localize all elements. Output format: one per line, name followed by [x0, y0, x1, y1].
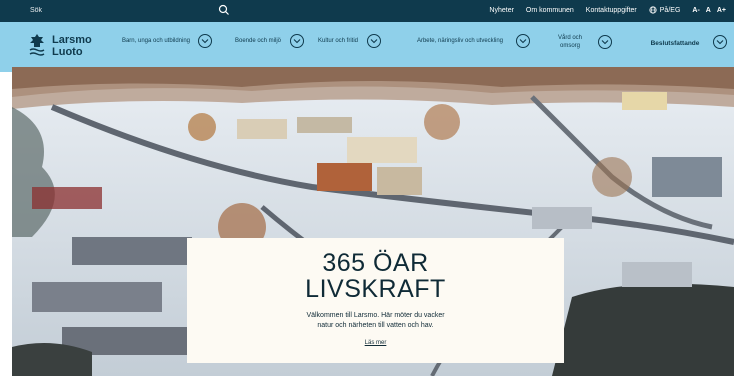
language-label: På/EG	[659, 6, 681, 14]
nav-item-decision-making[interactable]: Beslutsfattande	[643, 35, 727, 49]
nav-item-children-education[interactable]: Barn, unga och utbildning	[120, 34, 212, 48]
read-more-link[interactable]: Läs mer	[365, 340, 387, 346]
search-icon[interactable]	[217, 3, 231, 17]
link-about[interactable]: Om kommunen	[526, 7, 574, 14]
main-navigation: Larsmo Luoto Barn, unga och utbildning B…	[0, 22, 734, 72]
link-news[interactable]: Nyheter	[489, 7, 514, 14]
logo-text: Larsmo Luoto	[52, 34, 92, 58]
nav-item-label: Barn, unga och utbildning	[121, 38, 191, 44]
coat-of-arms-icon	[29, 34, 45, 56]
font-increase-button[interactable]: A+	[717, 7, 726, 14]
hero-description: Välkommen till Larsmo. Här möter du vack…	[187, 311, 564, 331]
nav-item-label: Boende och miljö	[234, 38, 282, 44]
chevron-down-icon[interactable]	[198, 34, 212, 48]
hero-banner: 365 ÖAR LIVSKRAFT Välkommen till Larsmo.…	[12, 67, 734, 376]
language-selector[interactable]: På/EG	[649, 6, 681, 14]
chevron-down-icon[interactable]	[367, 34, 381, 48]
logo-line-1: Larsmo	[52, 34, 92, 46]
nav-item-label: Beslutsfattande	[650, 40, 700, 47]
nav-item-label: Vård och omsorg	[557, 35, 582, 49]
logo-line-2: Luoto	[52, 46, 83, 58]
hero-title-line-1: 365 ÖAR	[322, 249, 429, 277]
nav-item-care[interactable]: Vård och omsorg	[548, 34, 612, 50]
chevron-down-icon[interactable]	[598, 35, 612, 49]
nav-item-work-business[interactable]: Arbete, näringsliv och utveckling	[410, 34, 530, 48]
font-default-button[interactable]: A	[706, 7, 711, 14]
chevron-down-icon[interactable]	[516, 34, 530, 48]
hero-description-line-2: natur och närheten till vatten och hav.	[317, 322, 434, 329]
nav-item-living-environment[interactable]: Boende och miljö	[232, 34, 304, 48]
search-input[interactable]: Sök	[30, 7, 42, 14]
chevron-down-icon[interactable]	[713, 35, 727, 49]
hero-description-line-1: Välkommen till Larsmo. Här möter du vack…	[306, 312, 445, 319]
site-logo[interactable]: Larsmo Luoto	[28, 33, 92, 59]
nav-item-culture-leisure[interactable]: Kultur och fritid	[315, 34, 381, 48]
font-decrease-button[interactable]: A-	[692, 7, 699, 14]
top-utility-bar: Sök Nyheter Om kommunen Kontaktuppgifter…	[0, 0, 734, 22]
font-size-controls: A- A A+	[692, 7, 726, 14]
nav-item-label: Kultur och fritid	[317, 38, 359, 44]
hero-title: 365 ÖAR LIVSKRAFT	[187, 250, 564, 302]
utility-links: Nyheter Om kommunen Kontaktuppgifter På/…	[489, 6, 726, 14]
globe-icon	[649, 6, 657, 14]
hero-title-line-2: LIVSKRAFT	[305, 275, 446, 303]
link-contact[interactable]: Kontaktuppgifter	[586, 7, 637, 14]
nav-item-label: Arbete, näringsliv och utveckling	[416, 38, 504, 44]
chevron-down-icon[interactable]	[290, 34, 304, 48]
hero-card: 365 ÖAR LIVSKRAFT Välkommen till Larsmo.…	[187, 238, 564, 363]
